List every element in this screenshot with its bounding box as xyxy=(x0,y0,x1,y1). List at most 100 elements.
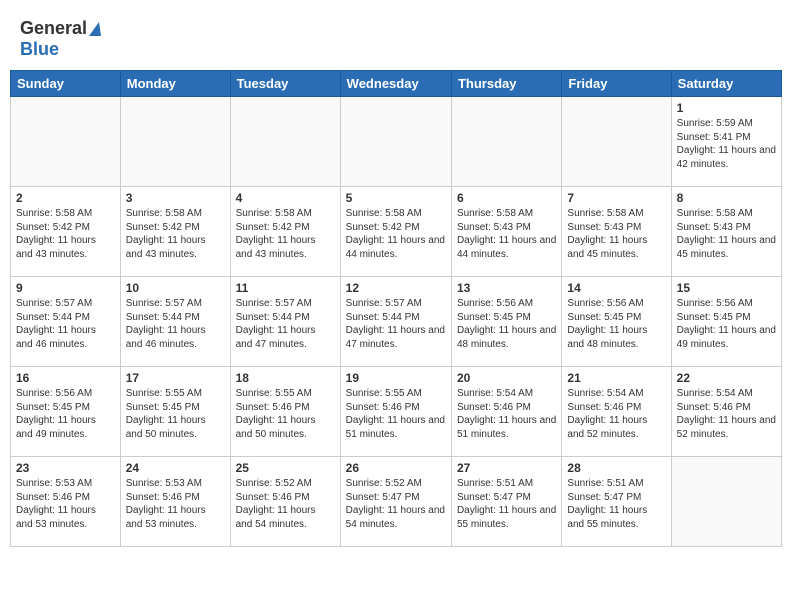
day-number: 7 xyxy=(567,191,665,205)
calendar-cell: 21 Sunrise: 5:54 AM Sunset: 5:46 PM Dayli… xyxy=(562,367,671,457)
calendar-cell: 22 Sunrise: 5:54 AM Sunset: 5:46 PM Dayli… xyxy=(671,367,781,457)
day-number: 13 xyxy=(457,281,556,295)
calendar-cell: 5Sunrise: 5:58 AM Sunset: 5:42 PM Daylig… xyxy=(340,187,451,277)
day-info: Sunrise: 5:58 AM Sunset: 5:42 PM Dayligh… xyxy=(236,207,335,261)
calendar-cell: 26 Sunrise: 5:52 AM Sunset: 5:47 PM Dayli… xyxy=(340,457,451,547)
calendar-cell: 20 Sunrise: 5:54 AM Sunset: 5:46 PM Dayli… xyxy=(451,367,561,457)
day-number: 24 xyxy=(126,461,225,475)
day-info: Sunrise: 5:57 AM Sunset: 5:44 PM Dayligh… xyxy=(346,297,446,351)
calendar-header-sunday: Sunday xyxy=(11,71,121,97)
day-info: Sunrise: 5:53 AM Sunset: 5:46 PM Dayligh… xyxy=(16,477,115,531)
logo-general-text: General xyxy=(20,18,101,39)
day-info: Sunrise: 5:53 AM Sunset: 5:46 PM Dayligh… xyxy=(126,477,225,531)
day-info: Sunrise: 5:57 AM Sunset: 5:44 PM Dayligh… xyxy=(126,297,225,351)
day-number: 12 xyxy=(346,281,446,295)
calendar-header-monday: Monday xyxy=(120,71,230,97)
day-number: 26 xyxy=(346,461,446,475)
calendar-cell: 24 Sunrise: 5:53 AM Sunset: 5:46 PM Dayli… xyxy=(120,457,230,547)
day-number: 6 xyxy=(457,191,556,205)
day-info: Sunrise: 5:58 AM Sunset: 5:43 PM Dayligh… xyxy=(457,207,556,261)
day-number: 5 xyxy=(346,191,446,205)
day-info: Sunrise: 5:56 AM Sunset: 5:45 PM Dayligh… xyxy=(677,297,776,351)
calendar-cell xyxy=(11,97,121,187)
day-info: Sunrise: 5:52 AM Sunset: 5:46 PM Dayligh… xyxy=(236,477,335,531)
day-number: 17 xyxy=(126,371,225,385)
day-number: 14 xyxy=(567,281,665,295)
calendar-cell: 25 Sunrise: 5:52 AM Sunset: 5:46 PM Dayli… xyxy=(230,457,340,547)
day-number: 20 xyxy=(457,371,556,385)
calendar-cell: 6 Sunrise: 5:58 AM Sunset: 5:43 PM Daylig… xyxy=(451,187,561,277)
logo-blue-text: Blue xyxy=(20,39,59,60)
day-info: Sunrise: 5:57 AM Sunset: 5:44 PM Dayligh… xyxy=(16,297,115,351)
day-info: Sunrise: 5:51 AM Sunset: 5:47 PM Dayligh… xyxy=(567,477,665,531)
calendar-cell: 18 Sunrise: 5:55 AM Sunset: 5:46 PM Dayli… xyxy=(230,367,340,457)
calendar-cell: 2 Sunrise: 5:58 AM Sunset: 5:42 PM Daylig… xyxy=(11,187,121,277)
calendar-cell: 12 Sunrise: 5:57 AM Sunset: 5:44 PM Dayli… xyxy=(340,277,451,367)
logo: General Blue xyxy=(20,18,101,60)
day-number: 27 xyxy=(457,461,556,475)
day-info: Sunrise: 5:59 AM Sunset: 5:41 PM Dayligh… xyxy=(677,117,776,171)
day-info: Sunrise: 5:54 AM Sunset: 5:46 PM Dayligh… xyxy=(677,387,776,441)
calendar-cell xyxy=(230,97,340,187)
calendar-cell: 3Sunrise: 5:58 AM Sunset: 5:42 PM Daylig… xyxy=(120,187,230,277)
day-info: Sunrise: 5:55 AM Sunset: 5:46 PM Dayligh… xyxy=(346,387,446,441)
calendar-cell: 17 Sunrise: 5:55 AM Sunset: 5:45 PM Dayli… xyxy=(120,367,230,457)
day-number: 11 xyxy=(236,281,335,295)
page-header: General Blue xyxy=(10,10,782,64)
calendar-week-5: 23 Sunrise: 5:53 AM Sunset: 5:46 PM Dayli… xyxy=(11,457,782,547)
day-info: Sunrise: 5:54 AM Sunset: 5:46 PM Dayligh… xyxy=(567,387,665,441)
calendar-week-3: 9 Sunrise: 5:57 AM Sunset: 5:44 PM Daylig… xyxy=(11,277,782,367)
day-info: Sunrise: 5:52 AM Sunset: 5:47 PM Dayligh… xyxy=(346,477,446,531)
day-number: 18 xyxy=(236,371,335,385)
day-info: Sunrise: 5:58 AM Sunset: 5:42 PM Dayligh… xyxy=(16,207,115,261)
calendar-cell: 13 Sunrise: 5:56 AM Sunset: 5:45 PM Dayli… xyxy=(451,277,561,367)
calendar-cell xyxy=(340,97,451,187)
day-number: 23 xyxy=(16,461,115,475)
calendar-cell: 7 Sunrise: 5:58 AM Sunset: 5:43 PM Daylig… xyxy=(562,187,671,277)
calendar-week-1: 1Sunrise: 5:59 AM Sunset: 5:41 PM Daylig… xyxy=(11,97,782,187)
calendar-cell: 27 Sunrise: 5:51 AM Sunset: 5:47 PM Dayli… xyxy=(451,457,561,547)
calendar-week-4: 16 Sunrise: 5:56 AM Sunset: 5:45 PM Dayli… xyxy=(11,367,782,457)
calendar-cell xyxy=(671,457,781,547)
calendar-cell: 10 Sunrise: 5:57 AM Sunset: 5:44 PM Dayli… xyxy=(120,277,230,367)
calendar-cell: 19 Sunrise: 5:55 AM Sunset: 5:46 PM Dayli… xyxy=(340,367,451,457)
day-number: 19 xyxy=(346,371,446,385)
day-number: 22 xyxy=(677,371,776,385)
calendar-cell: 14 Sunrise: 5:56 AM Sunset: 5:45 PM Dayli… xyxy=(562,277,671,367)
day-info: Sunrise: 5:51 AM Sunset: 5:47 PM Dayligh… xyxy=(457,477,556,531)
day-number: 25 xyxy=(236,461,335,475)
day-info: Sunrise: 5:56 AM Sunset: 5:45 PM Dayligh… xyxy=(457,297,556,351)
calendar-cell xyxy=(451,97,561,187)
calendar-table: SundayMondayTuesdayWednesdayThursdayFrid… xyxy=(10,70,782,547)
day-info: Sunrise: 5:58 AM Sunset: 5:43 PM Dayligh… xyxy=(567,207,665,261)
day-number: 15 xyxy=(677,281,776,295)
calendar-cell: 11Sunrise: 5:57 AM Sunset: 5:44 PM Dayli… xyxy=(230,277,340,367)
calendar-header-thursday: Thursday xyxy=(451,71,561,97)
calendar-cell xyxy=(120,97,230,187)
calendar-cell: 23 Sunrise: 5:53 AM Sunset: 5:46 PM Dayli… xyxy=(11,457,121,547)
calendar-cell: 8Sunrise: 5:58 AM Sunset: 5:43 PM Daylig… xyxy=(671,187,781,277)
day-info: Sunrise: 5:58 AM Sunset: 5:42 PM Dayligh… xyxy=(126,207,225,261)
day-number: 4 xyxy=(236,191,335,205)
calendar-header-tuesday: Tuesday xyxy=(230,71,340,97)
day-info: Sunrise: 5:58 AM Sunset: 5:43 PM Dayligh… xyxy=(677,207,776,261)
calendar-cell: 16 Sunrise: 5:56 AM Sunset: 5:45 PM Dayli… xyxy=(11,367,121,457)
calendar-cell: 1Sunrise: 5:59 AM Sunset: 5:41 PM Daylig… xyxy=(671,97,781,187)
day-info: Sunrise: 5:55 AM Sunset: 5:46 PM Dayligh… xyxy=(236,387,335,441)
calendar-cell xyxy=(562,97,671,187)
day-info: Sunrise: 5:54 AM Sunset: 5:46 PM Dayligh… xyxy=(457,387,556,441)
day-number: 28 xyxy=(567,461,665,475)
day-info: Sunrise: 5:55 AM Sunset: 5:45 PM Dayligh… xyxy=(126,387,225,441)
day-number: 9 xyxy=(16,281,115,295)
day-info: Sunrise: 5:56 AM Sunset: 5:45 PM Dayligh… xyxy=(16,387,115,441)
day-number: 2 xyxy=(16,191,115,205)
day-info: Sunrise: 5:56 AM Sunset: 5:45 PM Dayligh… xyxy=(567,297,665,351)
calendar-week-2: 2 Sunrise: 5:58 AM Sunset: 5:42 PM Daylig… xyxy=(11,187,782,277)
calendar-cell: 4 Sunrise: 5:58 AM Sunset: 5:42 PM Daylig… xyxy=(230,187,340,277)
calendar-cell: 15 Sunrise: 5:56 AM Sunset: 5:45 PM Dayli… xyxy=(671,277,781,367)
day-number: 21 xyxy=(567,371,665,385)
calendar-header-wednesday: Wednesday xyxy=(340,71,451,97)
day-number: 16 xyxy=(16,371,115,385)
calendar-header-saturday: Saturday xyxy=(671,71,781,97)
day-number: 10 xyxy=(126,281,225,295)
